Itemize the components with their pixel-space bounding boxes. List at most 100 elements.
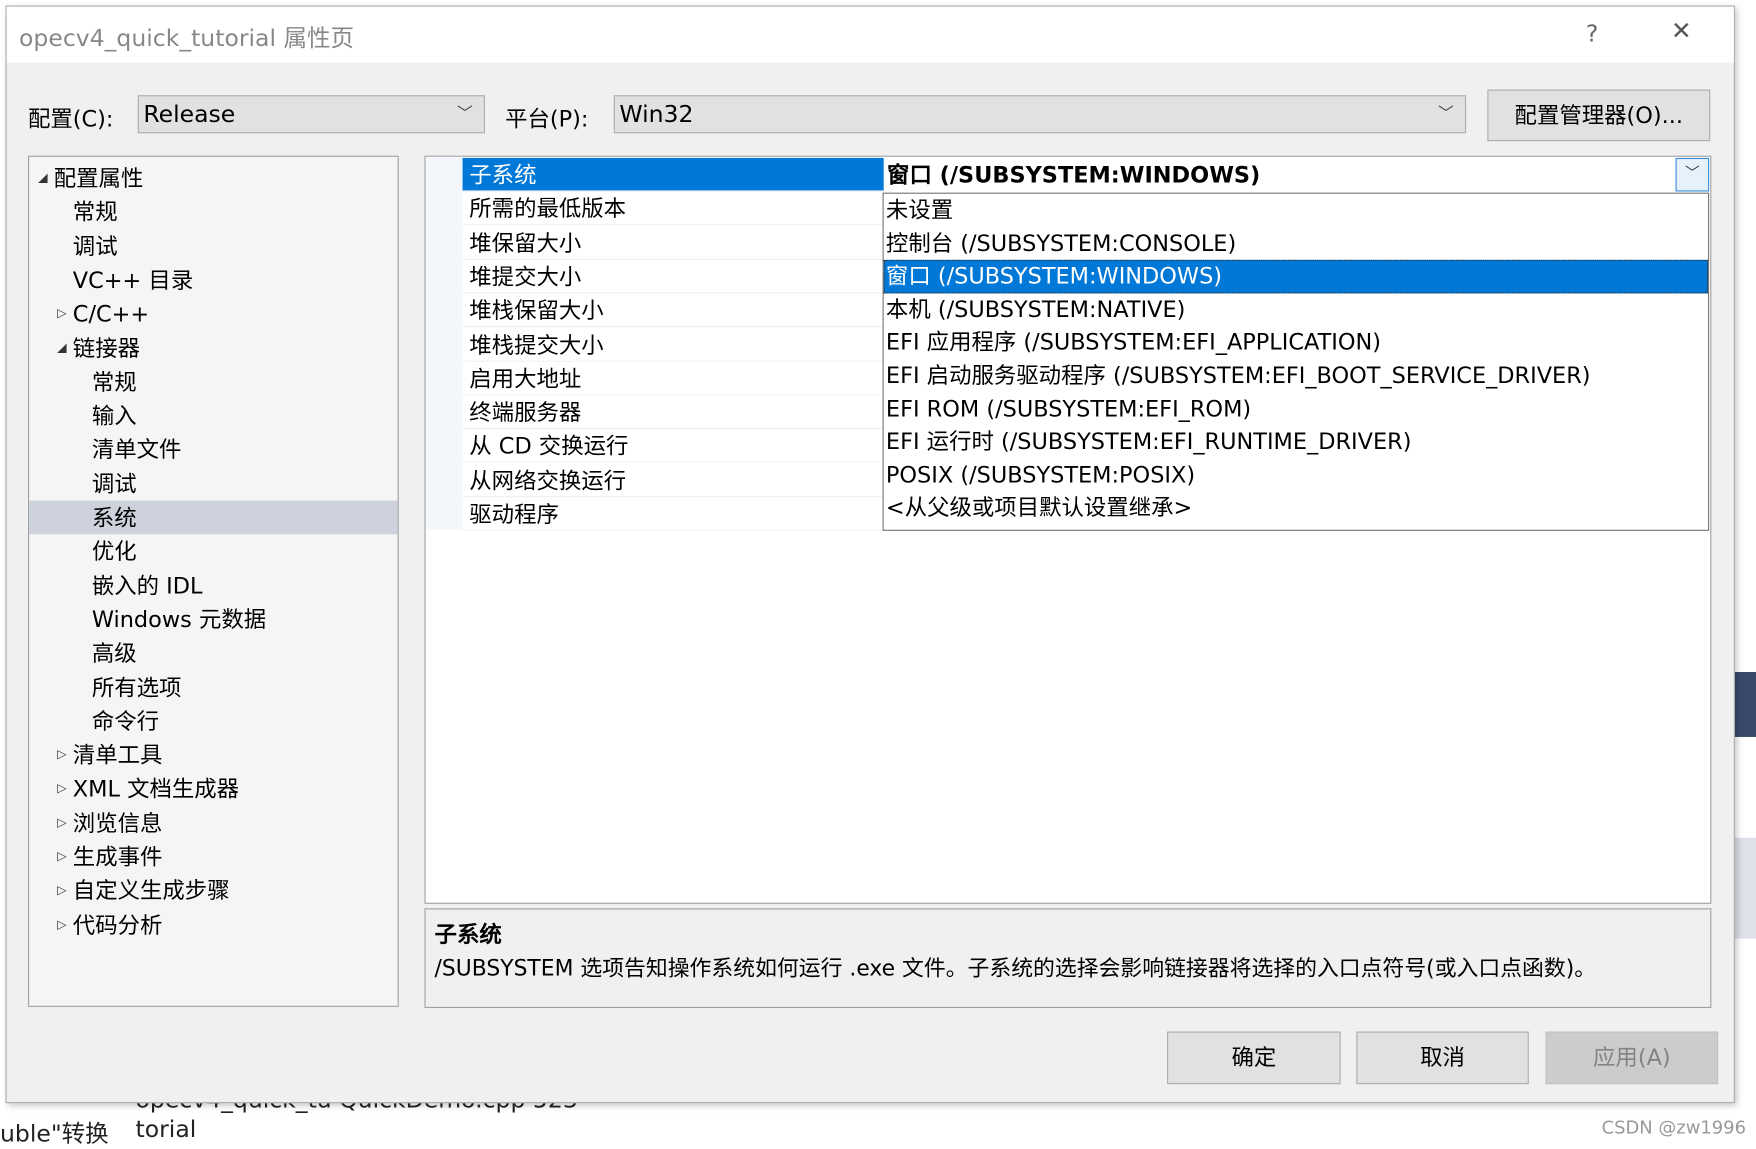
config-manager-button[interactable]: 配置管理器(O)... bbox=[1487, 89, 1711, 142]
tree-item[interactable]: ▷ 生成事件 bbox=[29, 840, 397, 874]
collapsed-triangle-icon[interactable]: ▷ bbox=[57, 874, 66, 908]
dropdown-option[interactable]: POSIX (/SUBSYSTEM:POSIX) bbox=[884, 459, 1708, 492]
tree-item[interactable]: ▷ 自定义生成步骤 bbox=[29, 874, 397, 908]
tree-item[interactable]: ▷ C/C++ bbox=[29, 297, 397, 331]
tree-item-label: 输入 bbox=[91, 402, 137, 430]
dropdown-option[interactable]: 窗口 (/SUBSYSTEM:WINDOWS) bbox=[883, 260, 1708, 294]
tree-item[interactable]: 所有选项 bbox=[29, 670, 397, 704]
property-row[interactable]: 驱动程序 bbox=[462, 497, 884, 531]
platform-value: Win32 bbox=[619, 100, 694, 128]
dropdown-option[interactable]: 本机 (/SUBSYSTEM:NATIVE) bbox=[884, 293, 1708, 326]
config-value: Release bbox=[143, 100, 236, 128]
dropdown-option[interactable]: EFI 应用程序 (/SUBSYSTEM:EFI_APPLICATION) bbox=[884, 326, 1708, 359]
tree-item[interactable]: 输入 bbox=[29, 399, 397, 433]
tree-item-label: 浏览信息 bbox=[72, 809, 163, 837]
tree-item[interactable]: ▷ 代码分析 bbox=[29, 908, 397, 942]
tree-item-label: 代码分析 bbox=[72, 911, 163, 939]
tree-item[interactable]: 清单文件 bbox=[29, 433, 397, 467]
tree-item-label: XML 文档生成器 bbox=[72, 775, 240, 803]
chevron-down-icon: ﹀ bbox=[456, 105, 473, 124]
config-label: 配置(C): bbox=[28, 105, 114, 133]
background-window-fragment bbox=[1734, 837, 1756, 939]
tree-item-label: 调试 bbox=[72, 232, 118, 260]
subsystem-value: 窗口 (/SUBSYSTEM:WINDOWS) bbox=[887, 161, 1261, 189]
tree-item[interactable]: 调试 bbox=[29, 467, 397, 501]
platform-combo[interactable]: Win32 ﹀ bbox=[613, 95, 1467, 134]
property-row[interactable]: 堆栈提交大小 bbox=[462, 328, 884, 362]
tree-item[interactable]: ▷ 浏览信息 bbox=[29, 806, 397, 840]
tree-item[interactable]: 优化 bbox=[29, 535, 397, 569]
tree-item-label: 嵌入的 IDL bbox=[91, 571, 203, 599]
description-title: 子系统 bbox=[434, 920, 502, 948]
tree-item-label: 清单工具 bbox=[72, 741, 163, 769]
dropdown-option[interactable]: EFI 启动服务驱动程序 (/SUBSYSTEM:EFI_BOOT_SERVIC… bbox=[884, 360, 1708, 393]
chevron-down-icon: ﹀ bbox=[1685, 165, 1700, 183]
tree-item-label: 链接器 bbox=[72, 334, 140, 362]
chevron-down-icon: ﹀ bbox=[1438, 105, 1454, 124]
collapsed-triangle-icon[interactable]: ▷ bbox=[57, 908, 66, 942]
dropdown-option[interactable]: 控制台 (/SUBSYSTEM:CONSOLE) bbox=[884, 227, 1708, 260]
property-row[interactable]: 从 CD 交换运行 bbox=[462, 429, 884, 463]
watermark: CSDN @zw1996 bbox=[1601, 1116, 1746, 1138]
dropdown-option[interactable]: 未设置 bbox=[884, 194, 1708, 227]
title-bar: opecv4_quick_tutorial 属性页 ? ✕ bbox=[6, 6, 1734, 63]
tree-item-label: 自定义生成步骤 bbox=[72, 877, 230, 905]
platform-label: 平台(P): bbox=[505, 105, 589, 133]
tree-item-label: 所有选项 bbox=[91, 673, 182, 701]
tree-item[interactable]: 系统 bbox=[29, 500, 398, 535]
tree-item[interactable]: ◢ 链接器 bbox=[29, 331, 397, 365]
expanded-triangle-icon[interactable]: ◢ bbox=[38, 161, 47, 195]
property-row[interactable]: 终端服务器 bbox=[462, 395, 884, 430]
tree-item[interactable]: 嵌入的 IDL bbox=[29, 569, 397, 603]
cancel-button[interactable]: 取消 bbox=[1356, 1031, 1529, 1085]
tree-item[interactable]: ▷ 清单工具 bbox=[29, 738, 397, 772]
dropdown-button[interactable]: ﹀ bbox=[1675, 157, 1710, 192]
property-row[interactable]: 所需的最低版本 bbox=[462, 192, 884, 226]
tree-item[interactable]: 常规 bbox=[29, 195, 397, 229]
property-row[interactable]: 堆提交大小 bbox=[462, 260, 884, 294]
tree-item[interactable]: Windows 元数据 bbox=[29, 602, 397, 636]
tree-item-label: Windows 元数据 bbox=[91, 605, 267, 633]
dropdown-option[interactable]: EFI ROM (/SUBSYSTEM:EFI_ROM) bbox=[884, 393, 1708, 426]
description-panel: 子系统 /SUBSYSTEM 选项告知操作系统如何运行 .exe 文件。子系统的… bbox=[424, 908, 1712, 1008]
close-button[interactable]: ✕ bbox=[1671, 18, 1692, 46]
grid-gutter bbox=[425, 156, 463, 530]
collapsed-triangle-icon[interactable]: ▷ bbox=[57, 738, 66, 772]
collapsed-triangle-icon[interactable]: ▷ bbox=[57, 806, 66, 840]
tree-item-label: C/C++ bbox=[72, 300, 150, 328]
property-row[interactable]: 从网络交换运行 bbox=[462, 463, 884, 497]
property-row[interactable]: 启用大地址 bbox=[462, 362, 884, 396]
tree-item-label: 系统 bbox=[91, 504, 137, 531]
property-row[interactable]: 堆栈保留大小 bbox=[462, 294, 884, 328]
config-combo[interactable]: Release ﹀ bbox=[137, 95, 485, 134]
collapsed-triangle-icon[interactable]: ▷ bbox=[57, 772, 66, 806]
dropdown-option[interactable]: <从父级或项目默认设置继承> bbox=[884, 492, 1708, 525]
background-window-fragment bbox=[1734, 672, 1756, 737]
ok-button[interactable]: 确定 bbox=[1167, 1031, 1341, 1085]
tree-item[interactable]: VC++ 目录 bbox=[29, 263, 397, 297]
window-title: opecv4_quick_tutorial 属性页 bbox=[19, 24, 355, 52]
collapsed-triangle-icon[interactable]: ▷ bbox=[57, 840, 66, 874]
subsystem-value-combo[interactable]: 窗口 (/SUBSYSTEM:WINDOWS) bbox=[884, 158, 1709, 193]
collapsed-triangle-icon[interactable]: ▷ bbox=[57, 297, 66, 331]
tree-item-label: 调试 bbox=[91, 470, 137, 497]
tree-item-label: 生成事件 bbox=[72, 843, 163, 871]
tree-item[interactable]: 高级 bbox=[29, 636, 397, 670]
dropdown-option[interactable]: EFI 运行时 (/SUBSYSTEM:EFI_RUNTIME_DRIVER) bbox=[884, 426, 1708, 459]
apply-button[interactable]: 应用(A) bbox=[1545, 1031, 1719, 1085]
tree-item-label: 优化 bbox=[91, 537, 137, 565]
category-tree: ◢ 配置属性 常规 调试 VC++ 目录 ▷ C/C++ ◢ 链接器 常规 输入 清单文件 调试 系统 优化… bbox=[28, 155, 399, 1007]
description-text: /SUBSYSTEM 选项告知操作系统如何运行 .exe 文件。子系统的选择会影… bbox=[434, 955, 1597, 982]
property-row[interactable]: 堆保留大小 bbox=[462, 226, 884, 260]
tree-item[interactable]: ▷ XML 文档生成器 bbox=[29, 772, 397, 806]
tree-item-label: 高级 bbox=[91, 639, 137, 667]
expanded-triangle-icon[interactable]: ◢ bbox=[57, 331, 66, 365]
tree-item[interactable]: 常规 bbox=[29, 365, 397, 399]
tree-item[interactable]: 调试 bbox=[29, 229, 397, 263]
property-row[interactable]: 子系统 bbox=[462, 157, 884, 192]
tree-item-label: 常规 bbox=[91, 368, 137, 396]
tree-item[interactable]: 命令行 bbox=[29, 704, 397, 738]
help-button[interactable]: ? bbox=[1586, 20, 1598, 47]
property-pages-dialog: opecv4_quick_tutorial 属性页 ? ✕ 配置(C): Rel… bbox=[5, 5, 1735, 1104]
tree-item[interactable]: ◢ 配置属性 bbox=[29, 161, 397, 195]
